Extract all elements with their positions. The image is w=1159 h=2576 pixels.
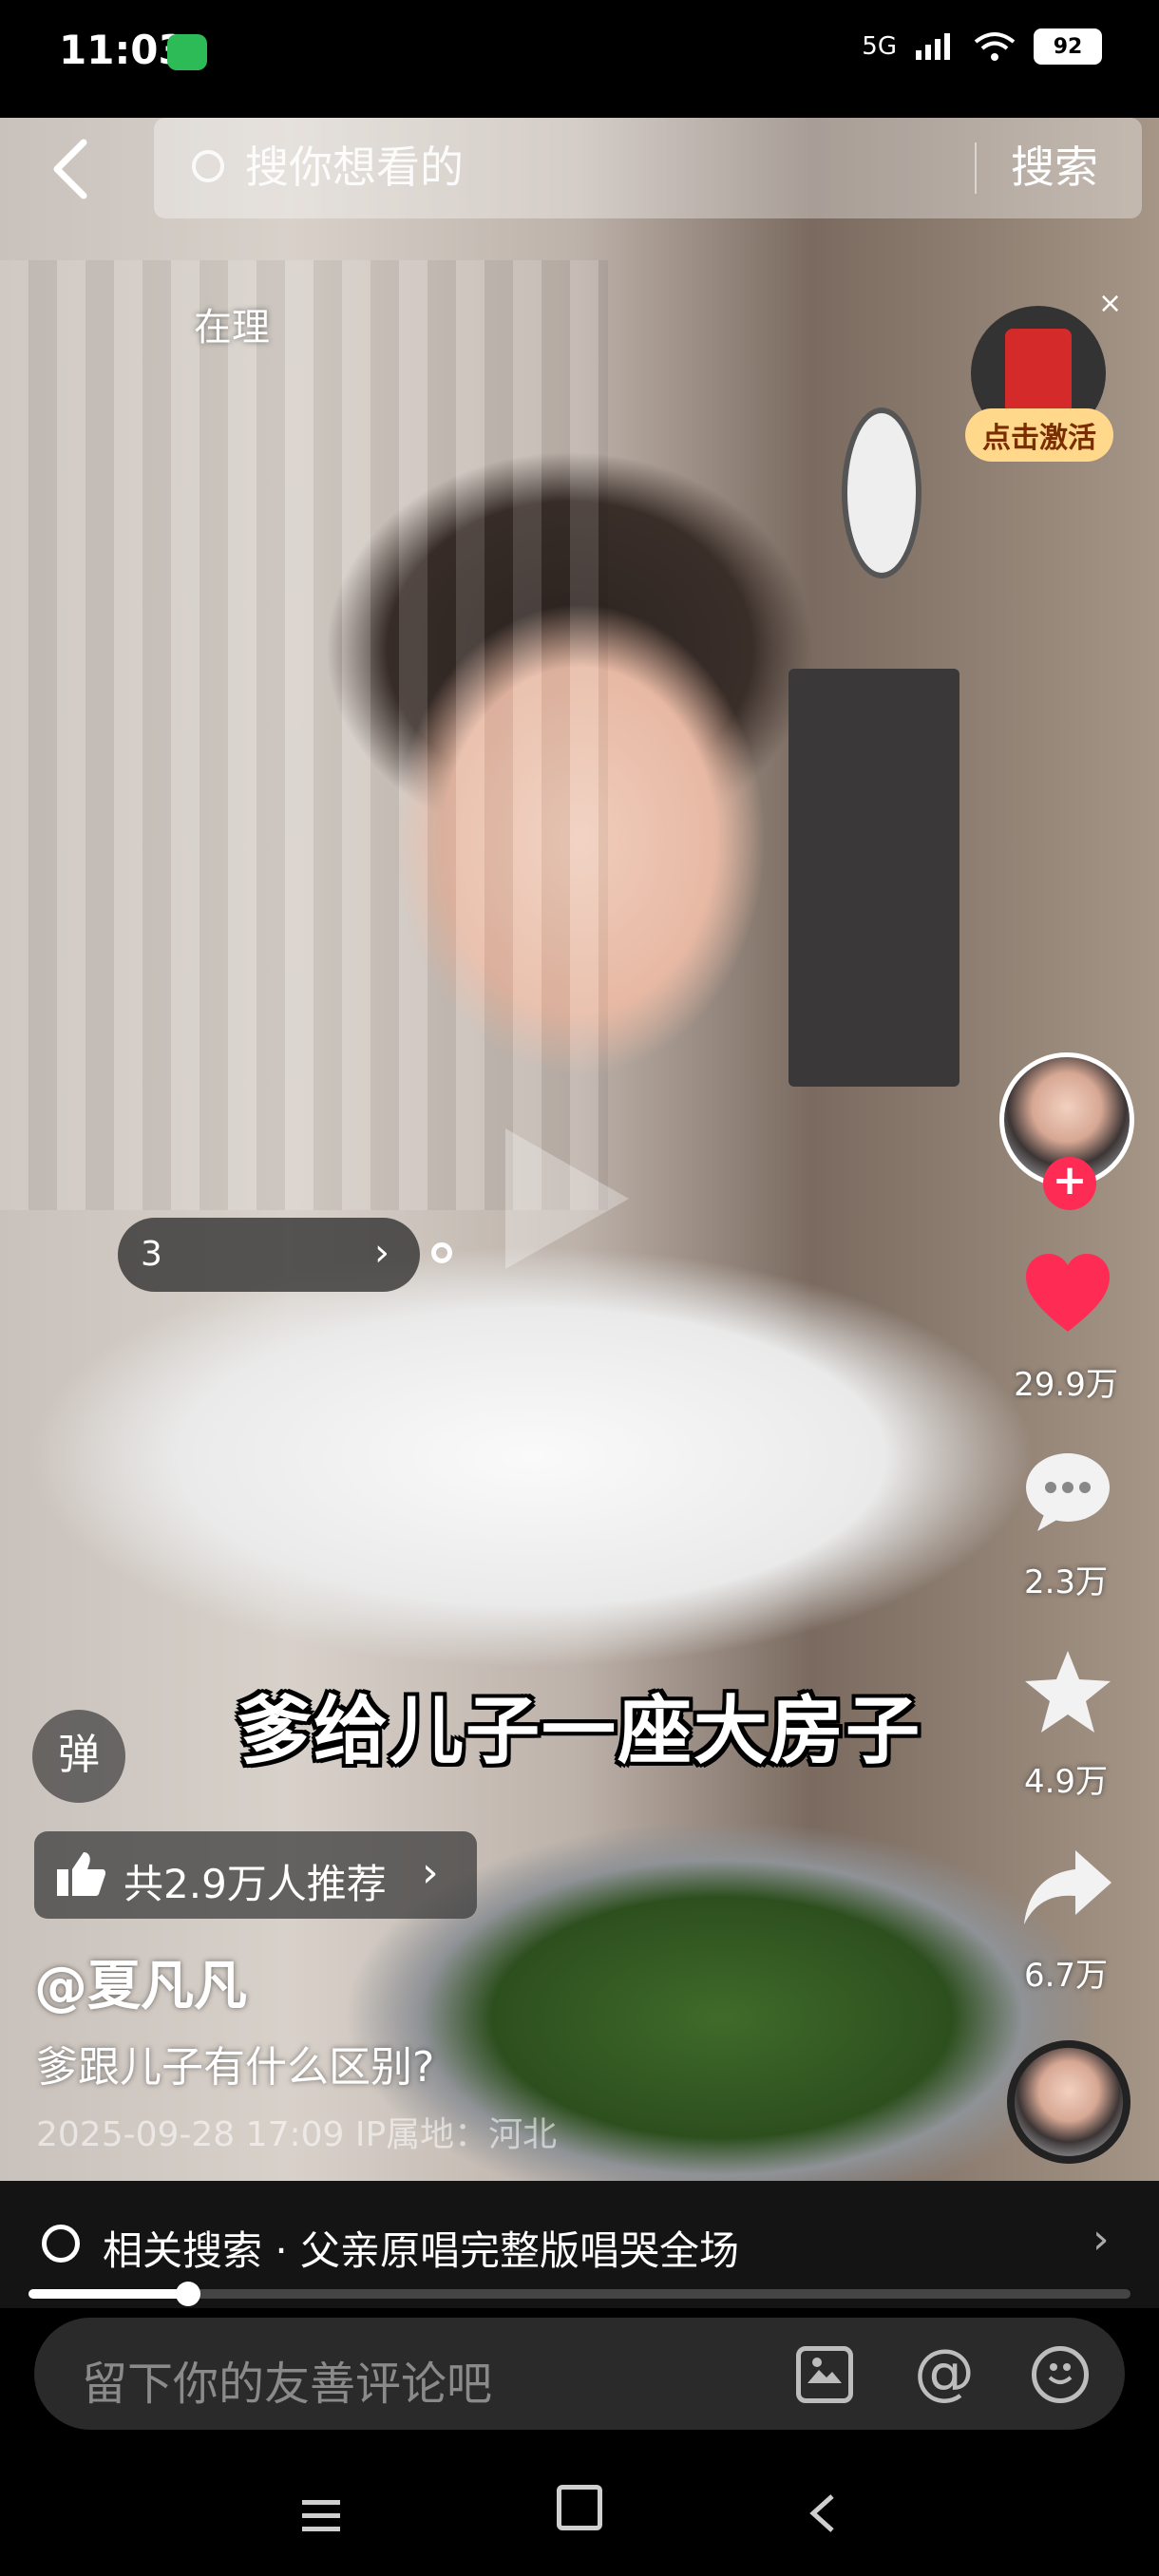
video-background-clock [842, 407, 922, 578]
music-disc[interactable] [1007, 2040, 1130, 2164]
like-count: 29.9万 [1014, 1366, 1118, 1404]
search-input[interactable]: 搜你想看的 [245, 133, 464, 196]
close-icon[interactable]: × [1098, 287, 1122, 320]
follow-button[interactable]: + [1043, 1157, 1096, 1210]
red-envelope-icon [1005, 329, 1072, 414]
video-subtitle: 爹给儿子一座大房子 [237, 1689, 922, 1774]
battery-indicator: 92 [1034, 28, 1102, 65]
comment-placeholder[interactable]: 留下你的友善评论吧 [82, 2346, 492, 2413]
chevron-right-icon: › [1092, 2215, 1110, 2263]
speech-bubble-icon [1026, 1453, 1110, 1531]
nav-home-icon[interactable] [557, 2485, 602, 2530]
share-arrow-icon [1024, 1850, 1112, 1924]
video-background-curtain [0, 260, 608, 1210]
wifi-icon [974, 32, 1016, 61]
ring-icon [431, 1242, 452, 1263]
search-icon [42, 2225, 80, 2263]
search-icon [192, 150, 224, 182]
activate-button[interactable]: 点击激活 [965, 408, 1113, 462]
share-count: 6.7万 [1023, 1957, 1109, 1995]
video-progress-fill [28, 2289, 188, 2299]
recommend-text: 共2.9万人推荐 [124, 1861, 387, 1907]
search-divider [975, 142, 977, 194]
share-button[interactable] [1011, 1847, 1125, 1932]
video-progress-knob[interactable] [176, 2282, 200, 2306]
related-search-text[interactable]: 相关搜索 · 父亲原唱完整版唱哭全场 [103, 2219, 739, 2277]
comment-button[interactable] [1011, 1449, 1125, 1539]
comment-count: 2.3万 [1023, 1563, 1109, 1601]
chevron-right-icon: › [422, 1848, 439, 1897]
video-background-tv [788, 669, 960, 1087]
nav-menu-icon[interactable] [300, 2487, 342, 2547]
location-tag[interactable]: 在理 [194, 296, 270, 351]
signal-icon [916, 33, 950, 60]
mention-icon[interactable]: @ [914, 2342, 975, 2403]
play-icon[interactable] [505, 1128, 629, 1269]
wechat-notification-icon [167, 34, 207, 70]
heart-icon [1026, 1254, 1110, 1332]
search-button[interactable]: 搜索 [1011, 133, 1098, 196]
video-description: 爹跟儿子有什么区别? [36, 2043, 435, 2092]
video-anchor-text: 3 [141, 1235, 162, 1274]
like-button[interactable] [1011, 1250, 1125, 1339]
danmu-toggle-button[interactable]: 弹 [32, 1710, 125, 1803]
network-type: 5G [862, 32, 897, 61]
nav-back-icon[interactable] [808, 2487, 836, 2547]
video-meta: 2025-09-28 17:09 IP属地：河北 [36, 2115, 558, 2154]
author-name[interactable]: @夏凡凡 [34, 1943, 247, 2020]
emoji-icon[interactable] [1032, 2346, 1089, 2403]
thumbs-up-icon [55, 1850, 106, 1909]
chevron-left-icon [53, 139, 87, 199]
back-button[interactable] [49, 139, 91, 205]
chevron-right-icon: › [374, 1231, 390, 1275]
status-indicators: 5G 92 [862, 28, 1102, 65]
image-icon[interactable] [796, 2346, 853, 2403]
